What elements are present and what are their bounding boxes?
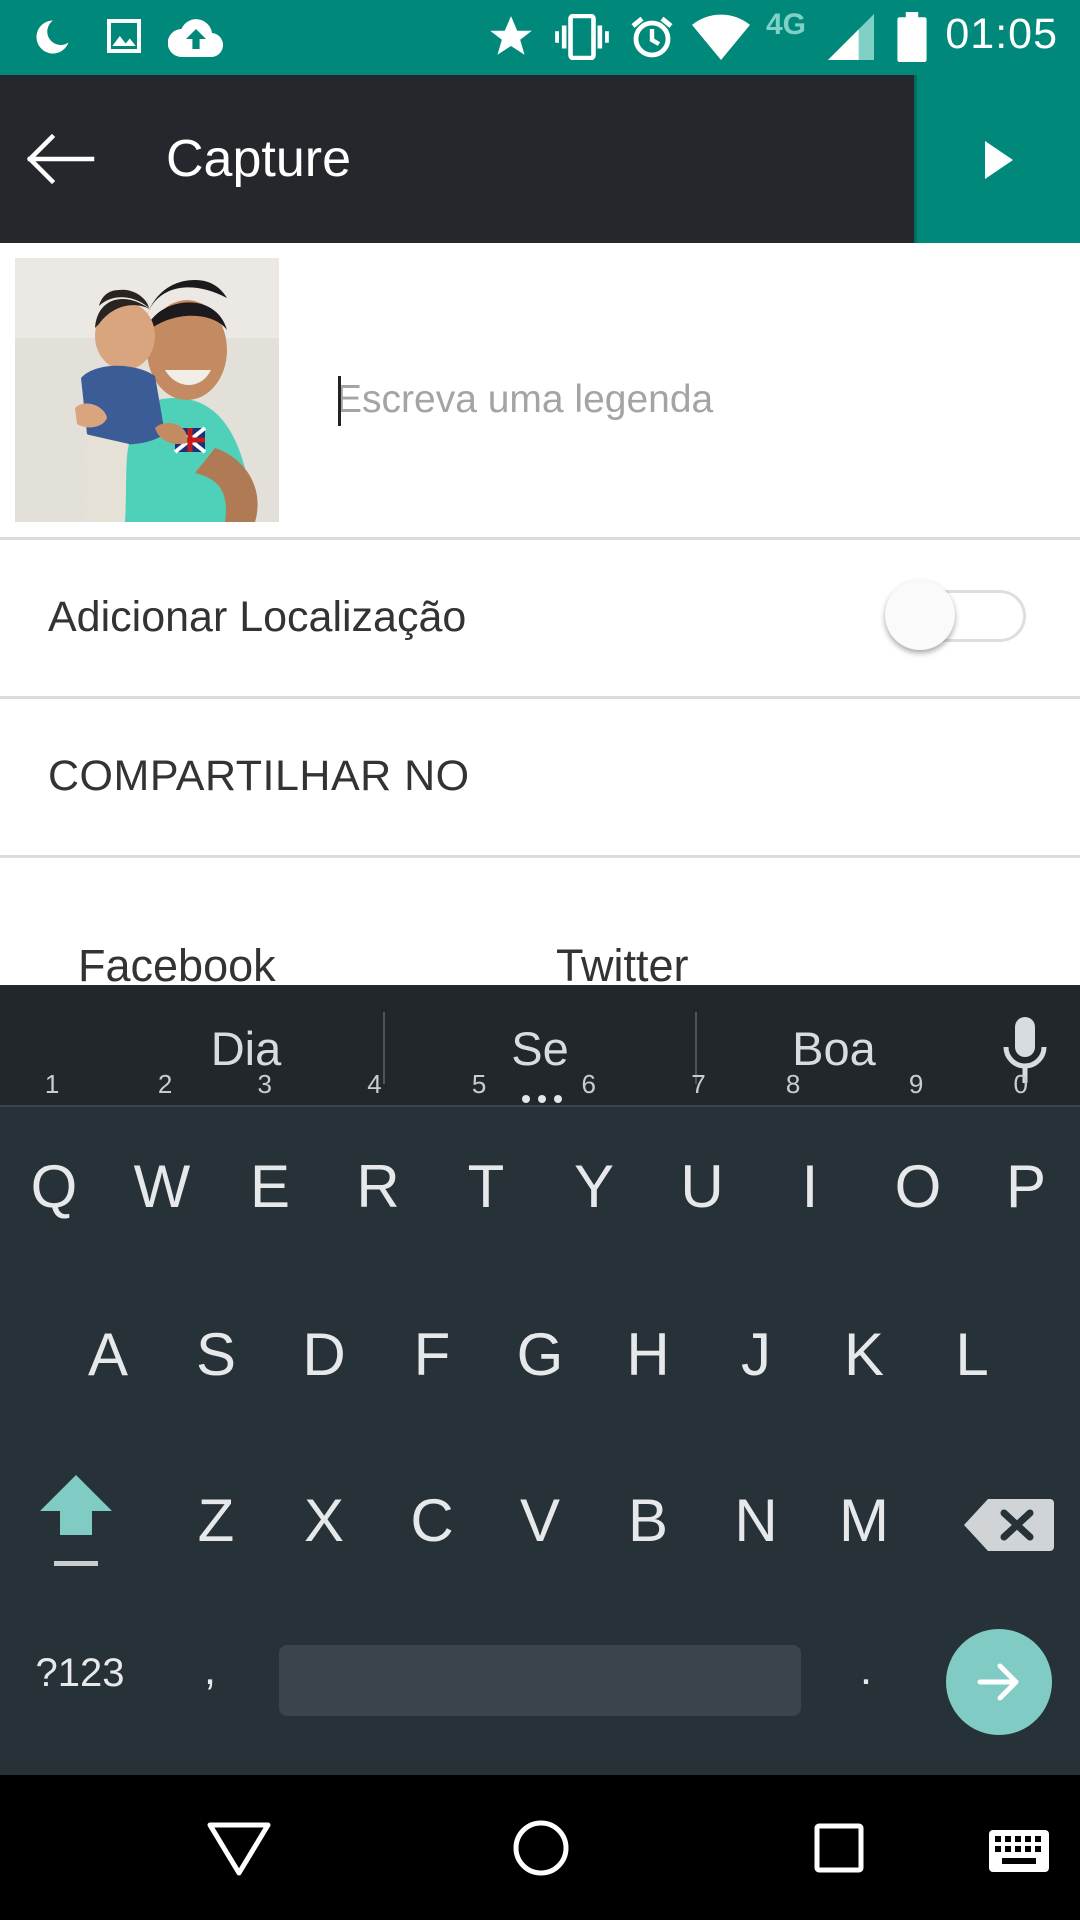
key-p[interactable]: P0 — [972, 1071, 1080, 1267]
key-w[interactable]: W2 — [108, 1071, 216, 1267]
key-h[interactable]: H — [594, 1275, 702, 1435]
moon-icon — [36, 20, 69, 54]
alarm-icon — [631, 16, 673, 58]
caption-input[interactable] — [336, 370, 1036, 430]
wifi-icon — [692, 14, 750, 60]
app-bar: Capture — [0, 75, 1080, 243]
backspace-icon — [964, 1499, 1054, 1551]
key-n[interactable]: N — [702, 1441, 810, 1601]
text-cursor — [338, 376, 341, 426]
key-d[interactable]: D — [270, 1275, 378, 1435]
page-title: Capture — [166, 130, 351, 188]
key-k[interactable]: K — [810, 1275, 918, 1435]
key-i[interactable]: I8 — [756, 1071, 864, 1267]
next-button[interactable] — [914, 75, 1080, 243]
shift-key[interactable] — [26, 1475, 126, 1595]
key-a[interactable]: A — [54, 1275, 162, 1435]
add-location-label: Adicionar Localização — [48, 593, 467, 641]
space-key[interactable] — [279, 1645, 801, 1716]
key-m[interactable]: M — [810, 1441, 918, 1601]
key-c[interactable]: C — [378, 1441, 486, 1601]
home-circle-icon[interactable] — [512, 1819, 570, 1877]
arrow-left-icon — [26, 133, 95, 185]
image-icon — [107, 19, 141, 53]
suggestion-separator — [383, 1012, 385, 1084]
key-s[interactable]: S — [162, 1275, 270, 1435]
recents-square-icon[interactable] — [814, 1823, 864, 1873]
back-triangle-icon[interactable] — [206, 1821, 272, 1877]
back-button[interactable] — [16, 111, 112, 207]
comma-key[interactable]: , — [180, 1625, 240, 1715]
key-v[interactable]: V — [486, 1441, 594, 1601]
key-o[interactable]: O9 — [864, 1071, 972, 1267]
shift-arrow-icon — [40, 1475, 112, 1566]
vibrate-icon — [555, 14, 609, 60]
arrow-right-icon — [977, 1663, 1019, 1701]
cloud-upload-icon — [168, 19, 223, 58]
photo-thumbnail[interactable] — [15, 258, 279, 522]
divider — [0, 696, 1080, 699]
suggestion-1[interactable]: Dia — [211, 1021, 282, 1076]
network-type: 4G — [766, 8, 807, 41]
key-z[interactable]: Z — [162, 1441, 270, 1601]
key-f[interactable]: F — [378, 1275, 486, 1435]
enter-key[interactable] — [946, 1629, 1052, 1735]
battery-icon — [897, 12, 927, 62]
key-q[interactable]: Q1 — [0, 1071, 108, 1267]
key-e[interactable]: E3 — [216, 1071, 324, 1267]
soft-keyboard: Dia Se Boa Q1 W2 E3 R4 T5 Y6 U7 I8 O9 P0… — [0, 985, 1080, 1775]
status-bar: 4G 01:05 — [0, 0, 1080, 75]
star-icon — [490, 16, 532, 55]
key-x[interactable]: X — [270, 1441, 378, 1601]
key-t[interactable]: T5 — [432, 1071, 540, 1267]
period-key[interactable]: . — [836, 1625, 896, 1715]
key-g[interactable]: G — [486, 1275, 594, 1435]
key-b[interactable]: B — [594, 1441, 702, 1601]
share-section-header: COMPARTILHAR NO — [48, 752, 470, 800]
photo-image — [15, 258, 279, 522]
suggestion-3[interactable]: Boa — [792, 1021, 876, 1076]
divider — [0, 537, 1080, 540]
clock: 01:05 — [945, 10, 1058, 58]
key-j[interactable]: J — [702, 1275, 810, 1435]
play-arrow-icon — [985, 141, 1013, 179]
divider — [0, 855, 1080, 858]
key-y[interactable]: Y6 — [540, 1071, 648, 1267]
keyboard-icon[interactable] — [988, 1829, 1050, 1873]
suggestion-2[interactable]: Se — [511, 1021, 569, 1076]
toggle-thumb — [885, 580, 955, 650]
navigation-bar — [0, 1775, 1080, 1920]
symbols-key[interactable]: ?123 — [20, 1643, 140, 1703]
key-u[interactable]: U7 — [648, 1071, 756, 1267]
backspace-key[interactable] — [960, 1485, 1060, 1565]
add-location-toggle[interactable] — [880, 570, 1030, 662]
key-r[interactable]: R4 — [324, 1071, 432, 1267]
key-l[interactable]: L — [918, 1275, 1026, 1435]
signal-icon — [828, 14, 874, 60]
